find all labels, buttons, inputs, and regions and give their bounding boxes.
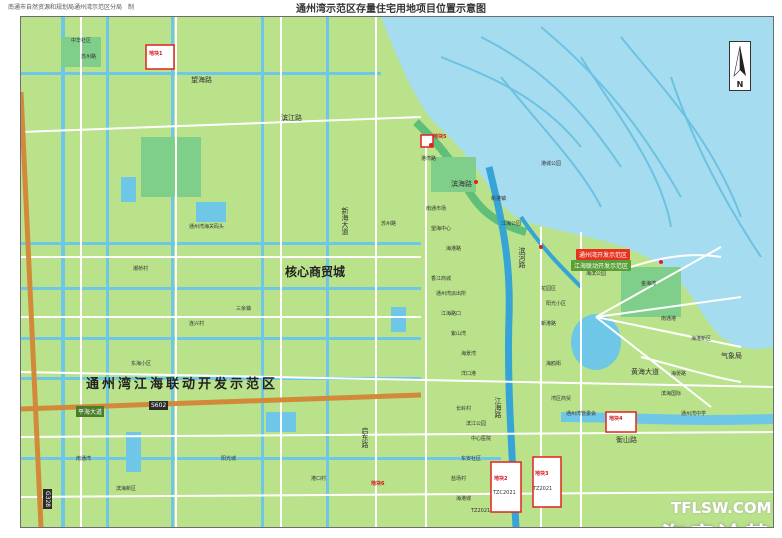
place-label: 东海小区	[131, 361, 152, 367]
road-label-jiangjiang: 江海路	[494, 397, 502, 418]
map-title: 通州湾示范区存量住宅用地项目位置示意图	[296, 4, 486, 15]
place-label: 海滨公园	[586, 271, 607, 277]
place-label: 新港镇	[491, 196, 507, 202]
place-label: 海港新区	[691, 336, 712, 342]
road-label-binhe: 滨河路	[518, 247, 526, 268]
place-label: 新港路	[541, 321, 557, 327]
plot-label: 地块2	[494, 476, 508, 482]
lake-east	[571, 314, 621, 370]
place-label: 花园区	[541, 286, 557, 292]
map-canvas[interactable]	[21, 17, 773, 527]
place-label: 南通港	[661, 316, 677, 322]
plot-code-label: TZ2021	[471, 508, 491, 514]
place-label: 望海中心	[431, 226, 452, 232]
place-label: 阳光城	[221, 456, 237, 462]
plot-label: 地块1	[149, 51, 163, 57]
place-label: 滨海新区	[116, 486, 137, 492]
place-label: 通州湾派出所	[436, 291, 467, 297]
plot-code-label: TZ2021	[533, 486, 553, 492]
place-label: 紫山湾	[451, 331, 467, 337]
zone-label-demo: 通州湾江海联动开发示范区	[86, 377, 279, 392]
plot-label: 地块6	[371, 481, 385, 487]
place-label: 洋口港	[461, 371, 477, 377]
road-label-hengshan: 衡山路	[616, 436, 637, 444]
road-label-binjiang: 滨江路	[281, 114, 302, 122]
place-label: 中心医院	[471, 436, 492, 442]
place-label: 中华社区	[71, 38, 92, 44]
road-label-huanghai: 黄海大道	[631, 368, 659, 376]
place-label: 盐场村	[451, 476, 467, 482]
place-label: 江海公园	[501, 221, 522, 227]
place-label: 南通湾	[76, 456, 92, 462]
place-label: 港湾路	[421, 156, 437, 162]
plot-label: 地块4	[609, 416, 623, 422]
place-label: 连兴村	[189, 321, 205, 327]
place-label: 苏州路	[81, 54, 97, 60]
road-label-wanghai: 望海路	[191, 76, 212, 84]
place-label: 南通市场	[426, 206, 447, 212]
place-label: 香江商城	[431, 276, 452, 282]
road-label-qixiang: 气象局	[721, 352, 742, 360]
plot-label: 地块3	[535, 471, 549, 477]
sign-kaifaqu: 通州湾开发示范区	[576, 249, 631, 260]
place-label: 金海湾	[641, 281, 657, 287]
place-label: 海港路	[446, 246, 462, 252]
place-label: 潮桥村	[133, 266, 149, 272]
place-label: 湾区商贸	[551, 396, 572, 402]
watermark-url: TFLSW.COM	[671, 499, 772, 517]
place-label: 阳光小区	[546, 301, 567, 307]
river-south	[560, 412, 773, 425]
sign-jianghai: 江海联动开发示范区	[571, 260, 632, 271]
place-label: 三余镇	[236, 306, 252, 312]
place-label: 海港城	[456, 496, 472, 502]
place-label: 东安社区	[461, 456, 482, 462]
place-label: 苏州路	[381, 221, 397, 227]
map-frame[interactable]: 望海路 滨江路 黄海大道 气象局 滨海路 衡山路 新海大道 滨河路 江海路 启东…	[20, 16, 774, 528]
place-label: 海晏路	[671, 371, 687, 377]
place-label: 滨海国际	[661, 391, 682, 397]
place-label: 滨江公园	[466, 421, 487, 427]
north-label: N	[736, 80, 744, 89]
watermark-name: 淘房论势	[661, 517, 773, 527]
place-label: 港口村	[311, 476, 327, 482]
plot-label: 地块5	[433, 134, 447, 140]
place-label: 长岭村	[456, 406, 472, 412]
road-label-xinhai: 新海大道	[341, 207, 349, 235]
place-label: 通州湾管委会	[566, 411, 597, 417]
plot-code-label: TZC2021	[493, 490, 516, 496]
place-label: 海景湾	[461, 351, 477, 357]
page-header: 南通市自然资源和规划局通州湾示范区分局 制 通州湾示范区存量住宅用地项目位置示意…	[0, 0, 782, 15]
place-label: 通州湾海关码头	[189, 224, 225, 230]
road-label-qidong: 启东路	[361, 427, 369, 448]
place-label: 江海路口	[441, 311, 462, 317]
place-label: 海鸥街	[546, 361, 562, 367]
zone-label-core: 核心商贸城	[285, 265, 346, 279]
place-label: 港城公园	[541, 161, 562, 167]
road-shield-s602: S602	[149, 401, 169, 410]
place-label: 通州湾中学	[681, 411, 707, 417]
road-label-binhai: 滨海路	[451, 180, 472, 188]
road-shield-pinghai: 平海大道	[76, 406, 105, 417]
north-arrow: N	[729, 41, 751, 91]
road-shield-g328: G328	[43, 489, 52, 510]
